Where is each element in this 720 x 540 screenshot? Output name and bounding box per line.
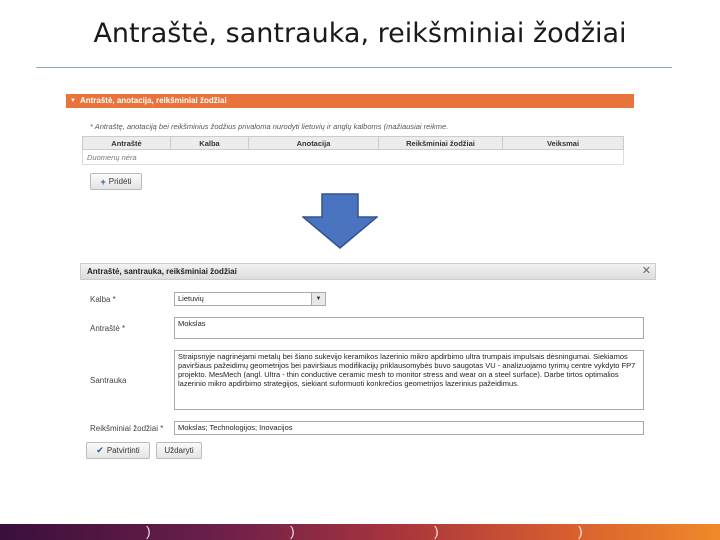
title-input[interactable]: Mokslas [174, 317, 644, 339]
summary-value: Straipsnyje nagrinėjami metalų bei šiano… [178, 352, 636, 388]
plus-icon: + [100, 176, 106, 187]
panel-header-label: Antraštė, anotacija, reikšminiai žodžiai [79, 96, 227, 105]
table-header-row: Antraštė Kalba Anotacija Reikšminiai žod… [82, 136, 624, 150]
dialog-header: Antraštė, santrauka, reikšminiai žodžiai… [80, 263, 656, 280]
table-row: Duomenų nėra [82, 149, 624, 165]
slide-title: Antraštė, santrauka, reikšminiai žodžiai [93, 18, 627, 49]
keywords-value: Mokslas; Technologijos; Inovacijos [178, 423, 293, 432]
checkmark-icon: ✔ [96, 445, 104, 455]
close-button-label: Uždaryti [164, 446, 194, 455]
metadata-panel: ▼ Antraštė, anotacija, reikšminiai žodži… [66, 94, 634, 194]
metadata-table: Antraštė Kalba Anotacija Reikšminiai žod… [82, 136, 624, 165]
keywords-label: Reikšminiai žodžiai * [90, 424, 164, 433]
title-input-value: Mokslas [178, 319, 206, 328]
empty-row-text: Duomenų nėra [82, 149, 624, 165]
edit-dialog: Antraštė, santrauka, reikšminiai žodžiai… [80, 263, 656, 463]
footer-gradient-bar: ) ) ) ) [0, 524, 720, 540]
chevron-right-icon: ) [290, 523, 295, 539]
confirm-button-label: Patvirtinti [106, 446, 140, 455]
language-select[interactable]: Lietuvių ▼ [174, 292, 326, 306]
chevron-right-icon: ) [578, 523, 583, 539]
arrow-down-icon [302, 193, 378, 249]
chevron-right-icon: ) [146, 523, 151, 539]
panel-header[interactable]: ▼ Antraštė, anotacija, reikšminiai žodži… [66, 94, 634, 108]
collapse-caret-icon[interactable]: ▼ [70, 94, 76, 108]
col-annotation[interactable]: Anotacija [248, 136, 379, 150]
chevron-down-icon[interactable]: ▼ [311, 293, 325, 305]
keywords-input[interactable]: Mokslas; Technologijos; Inovacijos [174, 421, 644, 435]
title-label: Antraštė * [90, 324, 126, 333]
add-button[interactable]: + Pridėti [90, 173, 142, 190]
col-actions: Veiksmai [502, 136, 624, 150]
confirm-button[interactable]: ✔ Patvirtinti [86, 442, 150, 459]
close-button[interactable]: Uždaryti [156, 442, 202, 459]
summary-textarea[interactable]: Straipsnyje nagrinėjami metalų bei šiano… [174, 350, 644, 410]
summary-label: Santrauka [90, 376, 127, 385]
chevron-right-icon: ) [434, 523, 439, 539]
add-button-label: Pridėti [108, 177, 132, 186]
panel-note: * Antraštę, anotaciją bei reikšminius žo… [90, 122, 449, 131]
language-value: Lietuvių [178, 294, 204, 303]
col-title[interactable]: Antraštė [82, 136, 171, 150]
col-language[interactable]: Kalba [170, 136, 249, 150]
col-keywords[interactable]: Reikšminiai žodžiai [378, 136, 503, 150]
title-divider [36, 67, 672, 68]
dialog-title: Antraštė, santrauka, reikšminiai žodžiai [87, 267, 237, 276]
close-icon[interactable]: ✕ [642, 264, 651, 279]
language-label: Kalba * [90, 295, 116, 304]
